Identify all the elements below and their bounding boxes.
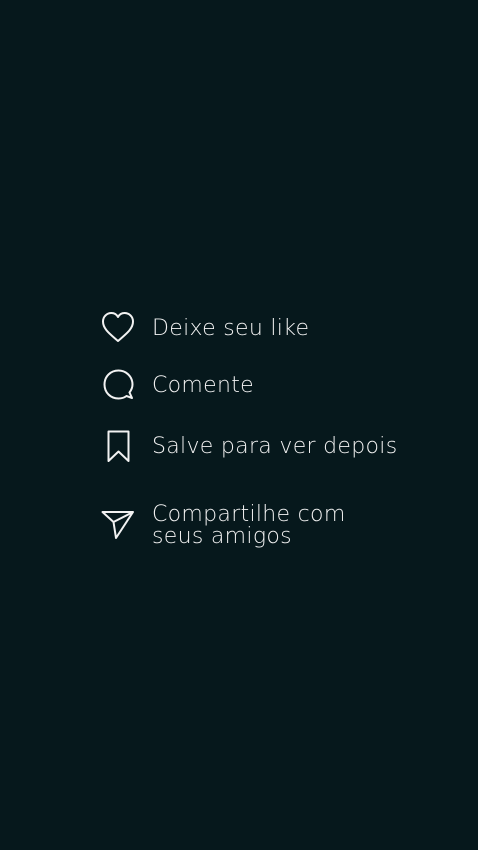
speech-bubble-icon [100,367,136,403]
paper-plane-icon [100,504,136,540]
comment-label: Comente [152,373,254,398]
call-to-action-screen: Deixe seu like Comente Salve para ver de… [0,0,478,850]
bookmark-icon [100,428,136,464]
like-label: Deixe seu like [152,316,310,341]
share-label-line2: seus amigos [152,524,292,549]
heart-icon [100,310,136,346]
save-label: Salve para ver depois [152,434,398,459]
share-label: Compartilhe com seus amigos [152,504,346,548]
